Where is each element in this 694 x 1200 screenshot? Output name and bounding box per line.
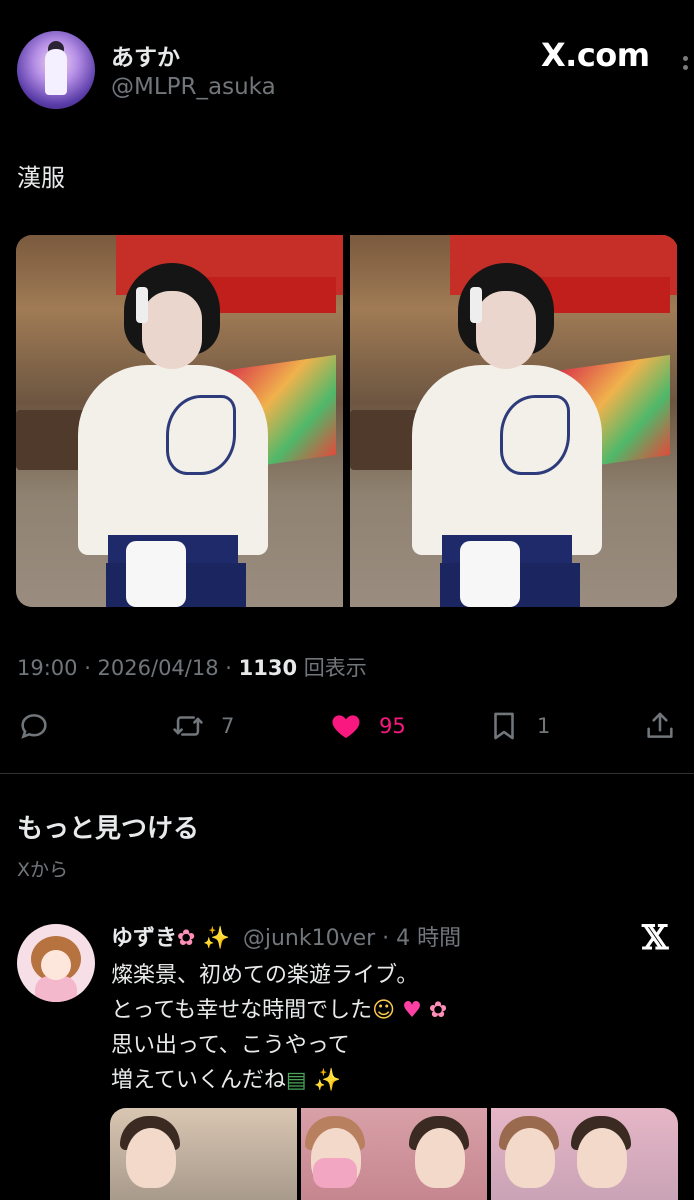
reply-icon [21,714,47,739]
scroll-indicator [676,52,694,92]
recommended-photo-1[interactable] [110,1108,297,1200]
x-brand-logo: X.com [541,36,650,74]
recommended-line-2: とっても幸せな時間でした☺ ♥ ✿ [111,998,448,1023]
avatar-figure-body [45,49,67,95]
recommended-line-4: 増えていくんだね▤ ✨ [111,1068,342,1093]
view-count: 1130 [238,656,298,680]
discover-subtitle: Xから [17,859,69,881]
recommended-post-media[interactable] [110,1108,678,1200]
recommended-author-avatar[interactable] [17,924,95,1002]
post-timestamp: 19:00 · 2026/04/18 · [17,656,239,680]
bookmark-icon [494,712,514,740]
sparkles-icon: ✨ [202,926,230,951]
reply-button[interactable] [17,700,51,752]
cherry-blossom-icon: ✿ [428,998,448,1023]
cherry-blossom-icon: ✿ [177,926,196,951]
post-media [16,235,678,607]
books-icon: ▤ [285,1068,307,1093]
view-label: 回表示 [297,656,367,680]
author-avatar[interactable] [17,31,95,109]
x-logo-icon: 𝕏 [642,918,669,958]
action-bar: 7 95 1 [0,700,694,752]
repost-button[interactable]: 7 [171,700,234,752]
post-photo-1[interactable] [16,235,343,607]
discover-title: もっと見つける [17,814,200,844]
recommended-photo-2[interactable] [300,1108,488,1200]
share-icon [647,712,673,738]
recommended-photo-3[interactable] [491,1108,678,1200]
post-text: 漢服 [17,164,65,192]
like-button[interactable]: 95 [329,700,406,752]
recommended-author-handle[interactable]: @junk10ver · 4 時間 [243,926,461,951]
bookmark-button[interactable]: 1 [487,700,550,752]
recommended-line-1: 燦楽景、初めての楽遊ライブ。 [111,963,419,988]
sparkles-icon: ✨ [313,1068,342,1093]
post-photo-2[interactable] [350,235,677,607]
bookmark-count: 1 [537,714,551,738]
repost-count: 7 [221,714,235,738]
author-name[interactable]: あすか [111,38,180,72]
like-count: 95 [379,714,406,738]
share-button[interactable] [643,700,677,752]
pleading-face-icon: ☺ [372,998,396,1023]
recommended-author-name[interactable]: ゆずき [111,926,177,951]
author-handle[interactable]: @MLPR_asuka [111,74,276,100]
recommended-line-3: 思い出って、こうやって [111,1033,350,1058]
recommended-post-header: ゆずき✿ ✨ @junk10ver · 4 時間 [111,920,461,952]
post-header: あすか @MLPR_asuka X.com [0,0,694,130]
section-divider [0,773,694,774]
heart-icon [332,715,360,739]
pink-heart-icon: ♥ [402,998,422,1023]
post-meta: 19:00 · 2026/04/18 · 1130 回表示 [17,652,367,682]
recommended-post-text: 燦楽景、初めての楽遊ライブ。 とっても幸せな時間でした☺ ♥ ✿ 思い出って、こ… [111,958,447,1098]
repost-icon [173,716,203,736]
